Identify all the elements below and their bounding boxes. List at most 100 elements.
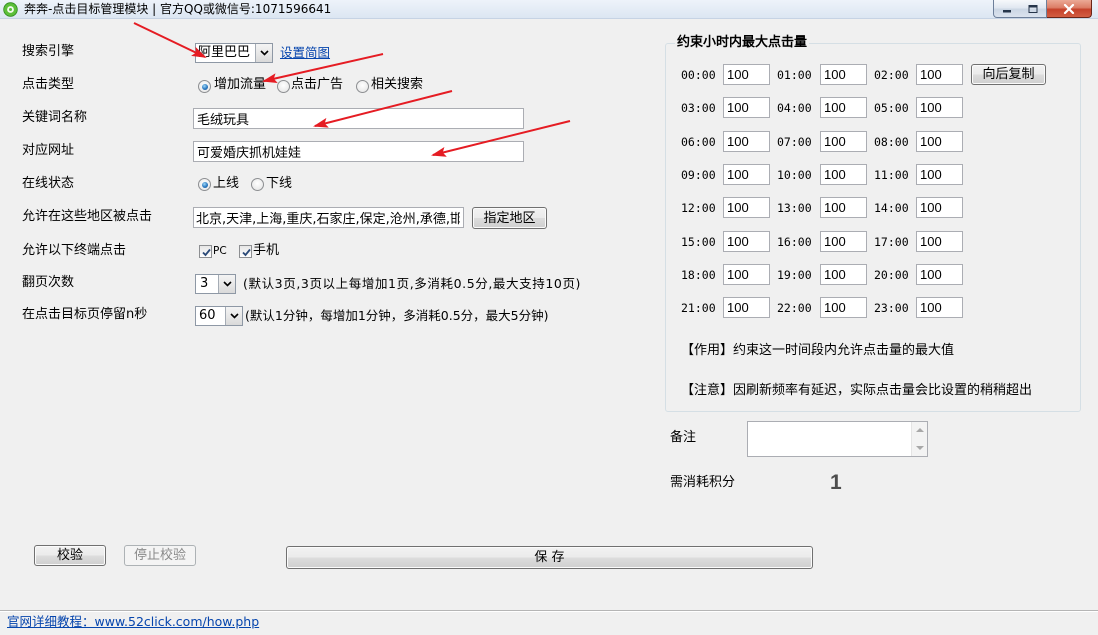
- radio-online[interactable]: [198, 178, 211, 191]
- hour-limit-input-0000[interactable]: [723, 64, 770, 85]
- hour-limit-input-0300[interactable]: [723, 97, 770, 118]
- hour-limit-input-1800[interactable]: [723, 264, 770, 285]
- hour-limit-input-0900[interactable]: [723, 164, 770, 185]
- dwell-time-label: 在点击目标页停留n秒: [22, 307, 148, 322]
- dwell-time-select[interactable]: 60: [195, 306, 243, 326]
- note-purpose: 【作用】约束这一时间段内允许点击量的最大值: [681, 343, 955, 358]
- hour-limit-input-0500[interactable]: [916, 97, 963, 118]
- close-button[interactable]: [1047, 0, 1092, 18]
- radio-offline-label[interactable]: 下线: [266, 176, 292, 192]
- hour-label-0200: 02:00: [874, 68, 909, 82]
- app-logo-icon: [3, 2, 18, 17]
- specify-regions-button[interactable]: 指定地区: [472, 207, 547, 229]
- remarks-textarea[interactable]: [748, 422, 927, 456]
- stop-verify-button[interactable]: 停止校验: [124, 545, 196, 566]
- minimize-button[interactable]: [993, 0, 1021, 18]
- page-turns-value: 3: [200, 276, 209, 291]
- page-turns-dropdown-button[interactable]: [218, 275, 235, 293]
- scroll-up-arrow-icon[interactable]: [916, 427, 924, 433]
- regions-label: 允许在这些地区被点击: [22, 209, 153, 224]
- minimize-icon: [1003, 9, 1011, 12]
- hour-limit-input-2100[interactable]: [723, 297, 770, 318]
- cost-label: 需消耗积分: [670, 475, 736, 490]
- hour-label-0700: 07:00: [777, 135, 812, 149]
- hour-limit-input-1900[interactable]: [820, 264, 867, 285]
- cost-value: 1: [830, 471, 842, 494]
- hour-label-2100: 21:00: [681, 301, 716, 315]
- hour-label-1100: 11:00: [874, 168, 909, 182]
- hour-label-2000: 20:00: [874, 268, 909, 282]
- online-status-label: 在线状态: [22, 176, 75, 191]
- radio-click-ads-label[interactable]: 点击广告: [291, 77, 343, 93]
- radio-click-ads[interactable]: [277, 80, 290, 93]
- verify-button[interactable]: 校验: [34, 545, 106, 566]
- maximize-button[interactable]: [1020, 0, 1047, 18]
- hour-label-2200: 22:00: [777, 301, 812, 315]
- radio-online-label[interactable]: 上线: [213, 176, 239, 192]
- hour-label-0400: 04:00: [777, 101, 812, 115]
- hour-limit-input-0100[interactable]: [820, 64, 867, 85]
- hour-limit-input-0600[interactable]: [723, 131, 770, 152]
- note-caution: 【注意】因刷新频率有延迟，实际点击量会比设置的稍稍超出: [681, 383, 1033, 398]
- dwell-time-dropdown-button[interactable]: [225, 307, 242, 325]
- search-engine-dropdown-button[interactable]: [255, 44, 272, 62]
- dwell-time-hint: (默认1分钟，每增加1分钟，多消耗0.5分，最大5分钟): [245, 308, 549, 323]
- hour-limit-input-1300[interactable]: [820, 197, 867, 218]
- hour-limit-input-1200[interactable]: [723, 197, 770, 218]
- page-turns-select[interactable]: 3: [195, 274, 236, 294]
- hour-label-0300: 03:00: [681, 101, 716, 115]
- chevron-down-icon: [230, 313, 239, 319]
- checkbox-mobile-label[interactable]: 手机: [253, 243, 279, 259]
- regions-input[interactable]: [193, 207, 464, 228]
- radio-related-search-label[interactable]: 相关搜索: [371, 77, 423, 93]
- radio-offline[interactable]: [251, 178, 264, 191]
- search-engine-select[interactable]: 阿里巴巴: [195, 43, 273, 63]
- remarks-scrollbar[interactable]: [911, 422, 927, 456]
- copy-forward-button[interactable]: 向后复制: [971, 64, 1046, 85]
- checkbox-mobile[interactable]: [239, 245, 252, 258]
- hour-label-1600: 16:00: [777, 235, 812, 249]
- hour-limit-input-2300[interactable]: [916, 297, 963, 318]
- hour-limit-input-1400[interactable]: [916, 197, 963, 218]
- tutorial-link[interactable]: 官网详细教程：www.52click.com/how.php: [7, 614, 259, 630]
- hour-limit-input-2200[interactable]: [820, 297, 867, 318]
- hour-limit-input-2000[interactable]: [916, 264, 963, 285]
- status-divider: [0, 610, 1098, 612]
- maximize-icon: [1028, 4, 1038, 13]
- set-diagram-link[interactable]: 设置简图: [280, 45, 330, 61]
- save-button[interactable]: 保 存: [286, 546, 813, 569]
- checkbox-pc-label[interactable]: PC: [213, 244, 227, 258]
- hour-limit-input-1000[interactable]: [820, 164, 867, 185]
- keyword-input[interactable]: [193, 108, 524, 129]
- url-input[interactable]: [193, 141, 524, 162]
- radio-related-search[interactable]: [356, 80, 369, 93]
- terminals-label: 允许以下终端点击: [22, 243, 127, 258]
- hour-label-0800: 08:00: [874, 135, 909, 149]
- checkbox-pc[interactable]: [199, 245, 212, 258]
- keyword-label: 关键词名称: [22, 110, 88, 125]
- radio-add-traffic-label[interactable]: 增加流量: [214, 77, 266, 93]
- chevron-down-icon: [260, 50, 269, 56]
- dwell-time-value: 60: [199, 308, 216, 323]
- click-type-label: 点击类型: [22, 77, 75, 92]
- hour-limit-input-1600[interactable]: [820, 231, 867, 252]
- hour-label-1000: 10:00: [777, 168, 812, 182]
- hour-limit-input-0400[interactable]: [820, 97, 867, 118]
- hour-label-0000: 00:00: [681, 68, 716, 82]
- app-window: 奔奔-点击目标管理模块 | 官方QQ或微信号:1071596641 搜索引擎 点…: [0, 0, 1098, 635]
- hour-label-1500: 15:00: [681, 235, 716, 249]
- hour-limit-input-1100[interactable]: [916, 164, 963, 185]
- search-engine-value: 阿里巴巴: [198, 45, 251, 60]
- hourly-limits-title: 约束小时内最大点击量: [675, 35, 810, 51]
- hour-limit-input-1700[interactable]: [916, 231, 963, 252]
- hour-label-1700: 17:00: [874, 235, 909, 249]
- radio-add-traffic[interactable]: [198, 80, 211, 93]
- hour-limit-input-0200[interactable]: [916, 64, 963, 85]
- scroll-down-arrow-icon[interactable]: [916, 445, 924, 451]
- hour-label-1300: 13:00: [777, 201, 812, 215]
- hour-limit-input-0800[interactable]: [916, 131, 963, 152]
- hour-limit-input-1500[interactable]: [723, 231, 770, 252]
- close-icon: [1063, 3, 1075, 14]
- hour-limit-input-0700[interactable]: [820, 131, 867, 152]
- checkmark-icon: [202, 248, 211, 257]
